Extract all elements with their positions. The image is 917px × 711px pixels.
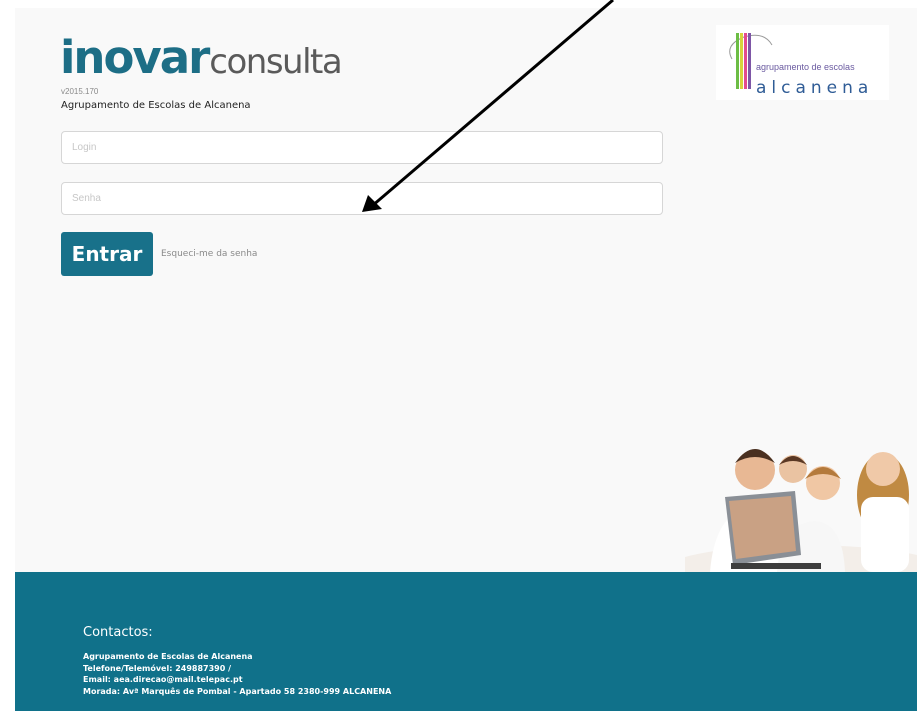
brand-name-light: consulta — [209, 42, 342, 82]
login-button[interactable]: Entrar — [61, 232, 153, 276]
contact-line: Morada: Avª Marquês de Pombal - Apartado… — [83, 686, 392, 696]
school-logo: agrupamento de escolas alcanena — [716, 25, 889, 100]
family-photo — [655, 425, 917, 605]
version-label: v2015.170 — [61, 87, 99, 96]
contact-line: Agrupamento de Escolas de Alcanena — [83, 652, 253, 661]
forgot-password-link[interactable]: Esqueci-me da senha — [161, 249, 257, 259]
school-name: Agrupamento de Escolas de Alcanena — [61, 100, 251, 111]
password-input[interactable] — [61, 182, 663, 215]
contacts-title: Contactos: — [83, 625, 153, 640]
login-input[interactable] — [61, 131, 663, 164]
logo-stripe — [740, 33, 743, 89]
contact-details: Agrupamento de Escolas de Alcanena Telef… — [83, 651, 391, 697]
brand-name-strong: inovar — [60, 31, 210, 84]
logo-stripe — [736, 33, 739, 89]
school-logo-line1: agrupamento de escolas — [756, 62, 855, 72]
contact-line: Telefone/Telemóvel: 249887390 / — [83, 663, 231, 673]
school-logo-line2: alcanena — [756, 78, 873, 98]
school-logo-graphic: agrupamento de escolas alcanena — [729, 33, 873, 98]
logo-stripe — [744, 33, 747, 89]
contact-line: Email: aea.direcao@mail.telepac.pt — [83, 675, 243, 684]
logo-stripe — [748, 33, 751, 89]
